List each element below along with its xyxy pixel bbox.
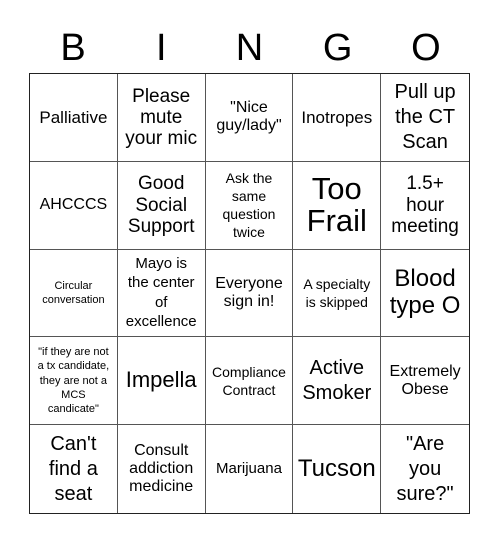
bingo-cell[interactable]: "Are you sure?" [381, 425, 469, 513]
cell-text: Good Social Support [127, 173, 195, 237]
bingo-cell[interactable]: "Nice guy/lady" [205, 74, 294, 162]
bingo-cell[interactable]: 1.5+ hour meeting [381, 162, 469, 250]
bingo-cell[interactable]: Tucson [293, 425, 382, 513]
cell-text: Consult addiction medicine [129, 442, 194, 496]
cell-text: 1.5+ hour meeting [391, 173, 459, 237]
cell-text: Marijuana [216, 460, 282, 478]
cell-text: Pull up the CT Scan [394, 80, 456, 153]
cell-text: Active Smoker [302, 356, 372, 404]
cell-text: Impella [125, 367, 197, 393]
bingo-card-grid: Palliative Please mute your mic "Nice gu… [29, 73, 470, 514]
bingo-cell[interactable]: A specialty is skipped [293, 249, 382, 338]
bingo-cell[interactable]: Ask the same question twice [205, 161, 294, 250]
cell-text: "Nice guy/lady" [216, 99, 282, 135]
bingo-cell[interactable]: Compliance Contract [205, 337, 294, 426]
bingo-cell[interactable]: Palliative [30, 74, 118, 162]
bingo-cell[interactable]: Inotropes [293, 74, 382, 162]
header-letter-i: I [156, 27, 167, 69]
cell-text: Can't find a seat [48, 432, 98, 505]
cell-text: A specialty is skipped [303, 275, 371, 310]
bingo-cell[interactable]: Circular conversation [30, 249, 118, 338]
bingo-cell[interactable]: Active Smoker [293, 337, 382, 426]
cell-text: Please mute your mic [125, 85, 198, 150]
bingo-cell[interactable]: Consult addiction medicine [118, 425, 206, 513]
bingo-cell[interactable]: Marijuana [206, 425, 294, 513]
cell-text: Circular conversation [42, 279, 105, 306]
bingo-cell[interactable]: Blood type O [381, 250, 469, 338]
cell-text: Palliative [39, 107, 108, 127]
header-letter-n: N [235, 27, 264, 69]
cell-text: Too Frail [306, 170, 367, 239]
bingo-cell[interactable]: Too Frail [293, 161, 382, 250]
cell-text: Everyone sign in! [215, 275, 283, 310]
header-letter-g: G [322, 27, 353, 69]
cell-text: "if they are not a tx candidate, they ar… [37, 346, 110, 416]
bingo-cell[interactable]: Extremely Obese [381, 337, 469, 426]
bingo-cell[interactable]: AHCCCS [30, 161, 118, 250]
cell-text: Mayo is the center of excellence [125, 254, 197, 331]
cell-text: Compliance Contract [212, 363, 286, 398]
bingo-cell[interactable]: Please mute your mic [117, 74, 206, 162]
bingo-cell[interactable]: Mayo is the center of excellence [117, 249, 206, 338]
bingo-cell[interactable]: Can't find a seat [30, 425, 118, 513]
cell-text: Extremely Obese [389, 362, 461, 398]
bingo-cell[interactable]: Everyone sign in! [205, 249, 294, 338]
bingo-header: B I N G O [29, 26, 470, 70]
header-letter-o: O [411, 27, 441, 69]
bingo-cell[interactable]: Impella [117, 337, 206, 426]
cell-text: Tucson [297, 454, 376, 482]
bingo-cell[interactable]: Pull up the CT Scan [381, 74, 469, 162]
bingo-cell[interactable]: Good Social Support [117, 161, 206, 250]
cell-text: Inotropes [301, 107, 373, 127]
cell-text: Ask the same question twice [222, 169, 276, 241]
header-letter-b: B [60, 27, 86, 69]
bingo-cell[interactable]: "if they are not a tx candidate, they ar… [30, 337, 118, 426]
cell-text: AHCCCS [39, 196, 108, 214]
cell-text: Blood type O [389, 265, 461, 319]
cell-text: "Are you sure?" [396, 432, 454, 505]
